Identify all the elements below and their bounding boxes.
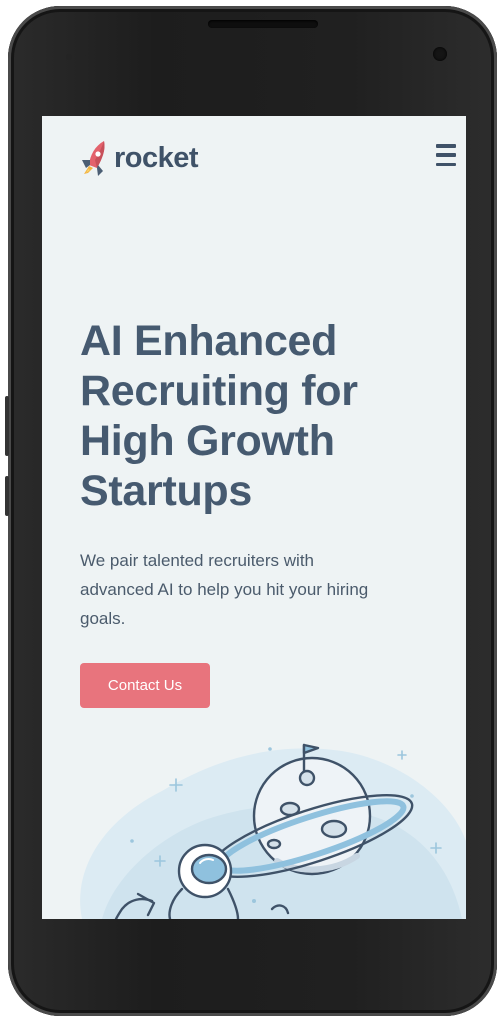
- brand-logo[interactable]: rocket: [80, 138, 199, 178]
- contact-us-button[interactable]: Contact Us: [80, 663, 210, 708]
- menu-bar: [436, 153, 456, 157]
- menu-bar: [436, 144, 456, 148]
- hero-title: AI Enhanced Recruiting for High Growth S…: [80, 316, 460, 516]
- phone-camera: [433, 47, 447, 61]
- rocket-icon: [82, 141, 105, 176]
- hero-title-line: AI Enhanced: [80, 317, 338, 365]
- phone-frame: rocket AI Enhanced Recruiting for High G…: [5, 6, 497, 1016]
- phone-screen: rocket AI Enhanced Recruiting for High G…: [42, 116, 466, 919]
- phone-side-button: [5, 476, 9, 516]
- hamburger-menu-icon[interactable]: [436, 144, 456, 166]
- menu-bar: [436, 162, 456, 166]
- hero-title-line: Recruiting for: [80, 367, 358, 415]
- hero-title-line: Startups: [80, 467, 253, 515]
- hero-subtitle: We pair talented recruiters with advance…: [80, 551, 369, 628]
- top-navbar: rocket: [42, 116, 466, 196]
- phone-speaker: [208, 20, 318, 28]
- phone-sensor: [80, 54, 86, 60]
- brand-name: rocket: [114, 141, 199, 174]
- phone-sensor: [66, 54, 72, 60]
- astronaut-planet-illustration: [80, 743, 466, 919]
- hero-title-line: High Growth: [80, 417, 335, 465]
- phone-side-button: [5, 396, 9, 456]
